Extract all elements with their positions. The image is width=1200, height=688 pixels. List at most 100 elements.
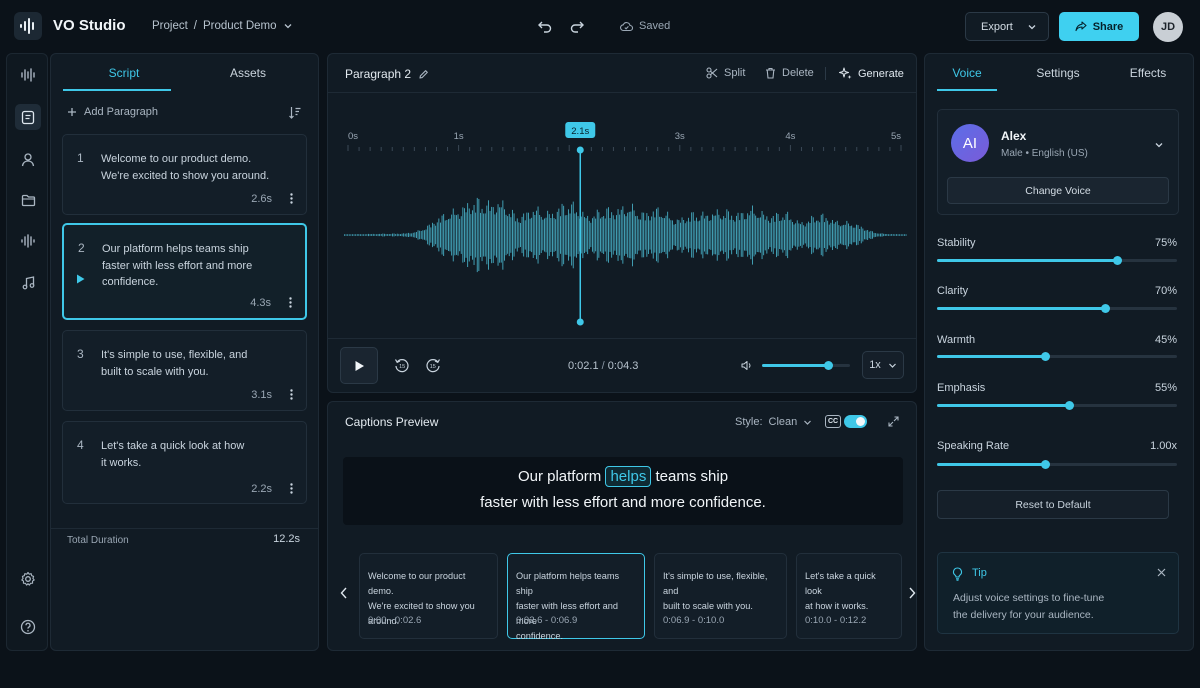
more-options-icon[interactable] xyxy=(289,297,292,308)
captions-toggle[interactable] xyxy=(844,415,867,428)
caption-segment-active[interactable]: Our platform helps teams ship faster wit… xyxy=(507,553,645,641)
change-voice-button[interactable]: Change Voice xyxy=(947,177,1169,204)
ruler-label: 4s xyxy=(785,131,795,142)
caption-segment[interactable]: Welcome to our product demo. We're excit… xyxy=(359,553,498,639)
music-nav-icon[interactable] xyxy=(15,270,41,296)
breadcrumb[interactable]: Project / Product Demo xyxy=(152,20,293,32)
paragraph-card-3[interactable]: 3 It's simple to use, flexible, and buil… xyxy=(62,330,307,411)
paragraph-title[interactable]: Paragraph 2 xyxy=(345,67,429,81)
more-options-icon[interactable] xyxy=(290,389,293,400)
play-button[interactable] xyxy=(340,347,378,384)
volume-icon[interactable] xyxy=(741,360,753,371)
waveform-bar xyxy=(713,215,715,255)
paragraph-card-2[interactable]: 2 Our platform helps teams ship faster w… xyxy=(62,223,307,320)
waveform-bar xyxy=(520,223,521,247)
play-icon[interactable] xyxy=(76,274,85,284)
slider-value: 1.00x xyxy=(1150,440,1177,452)
share-button[interactable]: Share xyxy=(1059,12,1139,41)
add-paragraph-button[interactable]: Add Paragraph xyxy=(67,106,158,118)
waveform-bar xyxy=(550,218,552,252)
user-avatar[interactable]: JD xyxy=(1153,12,1183,42)
waveform-bar xyxy=(484,213,486,257)
tab-assets[interactable]: Assets xyxy=(187,54,309,92)
delete-button[interactable]: Delete xyxy=(765,67,814,79)
waveform-bar xyxy=(608,207,609,263)
split-button[interactable]: Split xyxy=(706,67,745,79)
waveform-bar xyxy=(868,231,870,239)
caption-style-select[interactable]: Style: Clean xyxy=(735,416,812,428)
chevron-right-icon[interactable] xyxy=(908,587,916,599)
chevron-down-icon[interactable] xyxy=(1154,140,1164,150)
waveform-bar xyxy=(822,213,824,257)
waveform-bar xyxy=(508,213,510,257)
slider-knob[interactable] xyxy=(1100,303,1110,313)
folder-nav-icon[interactable] xyxy=(15,187,41,213)
slider-knob[interactable] xyxy=(1040,351,1050,361)
waveform-bar xyxy=(529,218,531,252)
tab-voice[interactable]: Voice xyxy=(937,54,997,92)
expand-icon[interactable] xyxy=(888,416,899,427)
reset-default-button[interactable]: Reset to Default xyxy=(937,490,1169,519)
paragraph-card-4[interactable]: 4 Let's take a quick look at how it work… xyxy=(62,421,307,504)
redo-icon[interactable] xyxy=(569,18,585,34)
slider-knob[interactable] xyxy=(1064,400,1074,410)
waveform-bar xyxy=(894,234,896,236)
waveform-bar xyxy=(427,225,429,245)
waveform-bar xyxy=(651,216,653,254)
paragraph-text[interactable]: Welcome to our product demo. We're excit… xyxy=(101,151,291,184)
rewind-15-icon[interactable]: 15 xyxy=(394,357,410,373)
slider-knob[interactable] xyxy=(1040,459,1050,469)
more-options-icon[interactable] xyxy=(290,483,293,494)
segment-time: 0:06.9 - 0:10.0 xyxy=(663,615,725,626)
waveform-bar xyxy=(684,223,686,247)
breadcrumb-project[interactable]: Project xyxy=(152,20,188,32)
voice-panel: Voice Settings Effects AI Alex Male • En… xyxy=(924,53,1194,651)
playback-speed-select[interactable]: 1x xyxy=(862,351,904,379)
breadcrumb-page[interactable]: Product Demo xyxy=(203,20,277,32)
script-nav-icon[interactable] xyxy=(15,104,41,130)
volume-knob[interactable] xyxy=(823,361,833,370)
waveform-timeline[interactable]: 0s 1s 3s 4s 5s 2.1s xyxy=(328,93,916,338)
waveform-nav-icon[interactable] xyxy=(15,62,41,88)
sort-icon[interactable] xyxy=(288,106,302,119)
chevron-down-icon[interactable] xyxy=(283,21,293,31)
app-logo-icon[interactable] xyxy=(14,12,42,40)
tab-settings[interactable]: Settings xyxy=(1023,54,1093,92)
waveform-bar xyxy=(435,225,437,245)
slider-track[interactable] xyxy=(937,351,1177,361)
undo-icon[interactable] xyxy=(537,18,553,34)
waveform-bar xyxy=(496,212,497,258)
edit-pencil-icon[interactable] xyxy=(418,69,429,80)
paragraph-text[interactable]: Our platform helps teams ship faster wit… xyxy=(102,241,292,291)
waveform-bar xyxy=(836,220,838,250)
waveform-bar xyxy=(572,201,574,269)
tab-script[interactable]: Script xyxy=(63,54,185,92)
chevron-left-icon[interactable] xyxy=(340,587,348,599)
slider-track[interactable] xyxy=(937,303,1177,313)
caption-segment[interactable]: Let's take a quick look at how it works.… xyxy=(796,553,902,639)
waveform-bar xyxy=(771,218,773,252)
volume-slider[interactable] xyxy=(762,361,850,370)
caption-segment[interactable]: It's simple to use, flexible, and built … xyxy=(654,553,787,639)
more-options-icon[interactable] xyxy=(290,193,293,204)
paragraph-text[interactable]: It's simple to use, flexible, and built … xyxy=(101,347,291,380)
slider-track[interactable] xyxy=(937,255,1177,265)
user-nav-icon[interactable] xyxy=(15,146,41,172)
slider-track[interactable] xyxy=(937,459,1177,469)
waveform-bar xyxy=(411,233,413,237)
settings-gear-icon[interactable] xyxy=(15,566,41,592)
paragraph-text[interactable]: Let's take a quick look at how it works. xyxy=(101,438,291,471)
generate-button[interactable]: Generate xyxy=(839,67,904,80)
waveform-bar xyxy=(504,209,505,261)
slider-track[interactable] xyxy=(937,400,1177,410)
paragraph-card-1[interactable]: 1 Welcome to our product demo. We're exc… xyxy=(62,134,307,215)
forward-15-icon[interactable]: 15 xyxy=(425,357,441,373)
close-icon[interactable] xyxy=(1157,568,1166,577)
help-icon[interactable] xyxy=(15,614,41,640)
tab-effects[interactable]: Effects xyxy=(1117,54,1179,92)
paragraph-duration: 2.6s xyxy=(251,193,272,205)
export-button[interactable]: Export xyxy=(965,12,1049,41)
audio-nav-icon[interactable] xyxy=(15,228,41,254)
slider-fill xyxy=(937,259,1117,262)
slider-knob[interactable] xyxy=(1112,255,1122,265)
